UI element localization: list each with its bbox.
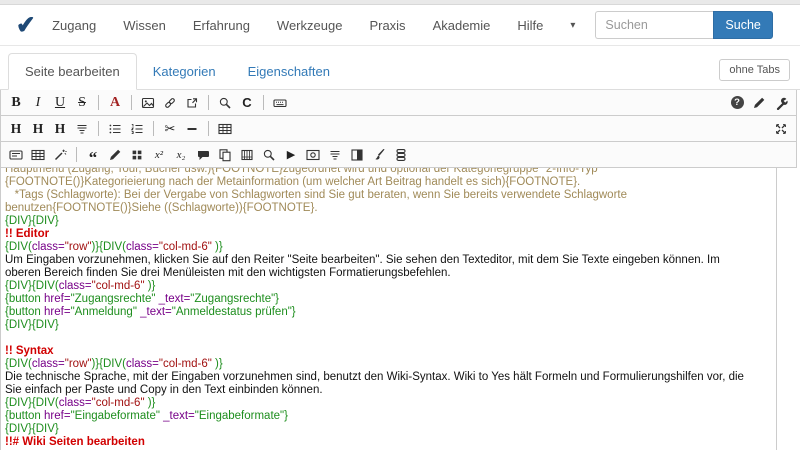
editor-line: {button href="Anmeldung" _text="Anmeldes… bbox=[5, 306, 776, 319]
nav-item-werkzeuge[interactable]: Werkzeuge bbox=[277, 18, 343, 33]
switch-editor-button[interactable]: C bbox=[236, 92, 258, 113]
underline-button[interactable]: U bbox=[49, 92, 71, 113]
main-menu: Zugang Wissen Erfahrung Werkzeuge Praxis Akad… bbox=[52, 18, 595, 33]
slideshow-button[interactable] bbox=[302, 144, 324, 165]
toolbar-separator bbox=[131, 95, 132, 110]
editor-line: {DIV}{DIV} bbox=[5, 215, 776, 228]
toolbar-row-1: BIUSA C? bbox=[1, 90, 796, 116]
navbar: ✔ Zugang Wissen Erfahrung Werkzeuge Praxis Ak… bbox=[0, 5, 800, 46]
toolbar-separator bbox=[98, 95, 99, 110]
editor-line: *Tags (Schlagworte): Bei der Vergabe von… bbox=[5, 189, 776, 202]
editor-toolbars: BIUSAC? HHH✂ “x²x₂▶ bbox=[0, 90, 797, 168]
strikethrough-button[interactable]: S bbox=[71, 92, 93, 113]
link-button[interactable] bbox=[159, 92, 181, 113]
title-bar-button[interactable] bbox=[71, 118, 93, 139]
bullet-list-button[interactable] bbox=[104, 118, 126, 139]
edit-plugin-button[interactable] bbox=[104, 144, 126, 165]
editor-line: {DIV(class="row")}{DIV(class="col-md-6" … bbox=[5, 241, 776, 254]
editor-line bbox=[5, 332, 776, 345]
tab-bar: Seite bearbeitenKategorienEigenschaften … bbox=[0, 46, 800, 90]
toolbar-separator bbox=[153, 121, 154, 136]
panel-button[interactable] bbox=[5, 144, 27, 165]
horizontal-rule-button[interactable] bbox=[181, 118, 203, 139]
play-button[interactable]: ▶ bbox=[280, 144, 302, 165]
editor-line: Sie einfach per Paste und Copy in den Te… bbox=[5, 384, 776, 397]
table-button[interactable] bbox=[214, 118, 236, 139]
image-button[interactable] bbox=[137, 92, 159, 113]
toolbar-separator bbox=[263, 95, 264, 110]
cut-button[interactable]: ✂ bbox=[159, 118, 181, 139]
layers-button[interactable] bbox=[390, 144, 412, 165]
editor-line: {DIV}{DIV} bbox=[5, 423, 776, 436]
editor-line: !! Syntax bbox=[5, 345, 776, 358]
editor-line: benutzen{FOOTNOTE()}Siehe ((Schlagworte)… bbox=[5, 202, 776, 215]
editor-line: oberen Bereich finden Sie drei Menüleist… bbox=[5, 267, 776, 280]
tab-seite-bearbeiten[interactable]: Seite bearbeiten bbox=[8, 53, 137, 90]
comment-button[interactable] bbox=[192, 144, 214, 165]
editor-line: {DIV(class="row")}{DIV(class="col-md-6" … bbox=[5, 358, 776, 371]
contrast-button[interactable] bbox=[346, 144, 368, 165]
numbered-list-button[interactable] bbox=[126, 118, 148, 139]
nav-item-praxis[interactable]: Praxis bbox=[369, 18, 405, 33]
copy-button[interactable] bbox=[214, 144, 236, 165]
heading2-button[interactable]: H bbox=[27, 118, 49, 139]
nav-dropdown-caret-icon[interactable]: ▾ bbox=[570, 20, 575, 31]
plugin-blocks-button[interactable] bbox=[126, 144, 148, 165]
font-color-button[interactable]: A bbox=[104, 92, 126, 113]
editor-line: !!# Wiki Seiten bearbeiten bbox=[5, 436, 776, 449]
search-submit-button[interactable]: Suche bbox=[713, 11, 772, 39]
editor-line: !! Editor bbox=[5, 228, 776, 241]
nav-item-zugang[interactable]: Zugang bbox=[52, 18, 96, 33]
nav-item-hilfe[interactable]: Hilfe bbox=[517, 18, 543, 33]
search2-button[interactable] bbox=[258, 144, 280, 165]
check-logo-icon[interactable]: ✔ bbox=[15, 10, 37, 40]
heading3-button[interactable]: H bbox=[49, 118, 71, 139]
tab-kategorien[interactable]: Kategorien bbox=[137, 54, 232, 89]
archive-button[interactable] bbox=[236, 144, 258, 165]
tabs: Seite bearbeitenKategorienEigenschaften bbox=[8, 53, 346, 89]
pencil-icon[interactable] bbox=[748, 92, 770, 113]
editor-line: Die technische Sprache, mit der Eingaben… bbox=[5, 371, 776, 384]
brush-button[interactable] bbox=[368, 144, 390, 165]
editor-line: {DIV}{DIV(class="col-md-6" )} bbox=[5, 280, 776, 293]
title2-button[interactable] bbox=[324, 144, 346, 165]
editor-line: Hauptmenü (Zugang, Tour, Bücher usw.){FO… bbox=[5, 168, 776, 176]
editor-line: Um Eingaben vorzunehmen, klicken Sie auf… bbox=[5, 254, 776, 267]
toolbar-row-2: HHH✂ bbox=[1, 116, 796, 142]
keyboard-button[interactable] bbox=[269, 92, 291, 113]
italic-button[interactable]: I bbox=[27, 92, 49, 113]
editor-line: {button href="Eingabeformate" _text="Ein… bbox=[5, 410, 776, 423]
toolbar-row-3: “ x²x₂ ▶ bbox=[1, 142, 796, 168]
superscript-button[interactable]: x² bbox=[148, 144, 170, 165]
wiki-editor-page: ✔ Zugang Wissen Erfahrung Werkzeuge Praxis Ak… bbox=[0, 0, 800, 450]
wiki-text-editor[interactable]: Hauptmenü (Zugang, Tour, Bücher usw.){FO… bbox=[0, 168, 777, 450]
subscript-button[interactable]: x₂ bbox=[170, 144, 192, 165]
search-input[interactable] bbox=[595, 11, 713, 39]
external-link-button[interactable] bbox=[181, 92, 203, 113]
tab-eigenschaften[interactable]: Eigenschaften bbox=[232, 54, 346, 89]
toolbar-separator bbox=[76, 147, 77, 162]
nav-item-akademie[interactable]: Akademie bbox=[433, 18, 491, 33]
ohne-tabs-button[interactable]: ohne Tabs bbox=[719, 59, 790, 81]
toolbar-separator bbox=[208, 121, 209, 136]
editor-line: {button href="Zugangsrechte" _text="Zuga… bbox=[5, 293, 776, 306]
search-box: Suche bbox=[595, 11, 772, 39]
table2-button[interactable] bbox=[27, 144, 49, 165]
blockquote-button[interactable]: “ bbox=[82, 141, 104, 169]
nav-item-wissen[interactable]: Wissen bbox=[123, 18, 166, 33]
toolbar-separator bbox=[98, 121, 99, 136]
nav-item-erfahrung[interactable]: Erfahrung bbox=[193, 18, 250, 33]
wand-button[interactable] bbox=[49, 144, 71, 165]
editor-line: {DIV}{DIV(class="col-md-6" )} bbox=[5, 397, 776, 410]
fullscreen-button[interactable] bbox=[770, 118, 792, 139]
editor-line: {DIV}{DIV} bbox=[5, 319, 776, 332]
editor-line: {FOOTNOTE()}Kategorieierung nach der Met… bbox=[5, 176, 776, 189]
wrench-icon[interactable] bbox=[770, 92, 792, 113]
find-button[interactable] bbox=[214, 92, 236, 113]
toolbar-separator bbox=[208, 95, 209, 110]
bold-button[interactable]: B bbox=[5, 92, 27, 113]
heading1-button[interactable]: H bbox=[5, 118, 27, 139]
help-icon[interactable]: ? bbox=[726, 92, 748, 113]
